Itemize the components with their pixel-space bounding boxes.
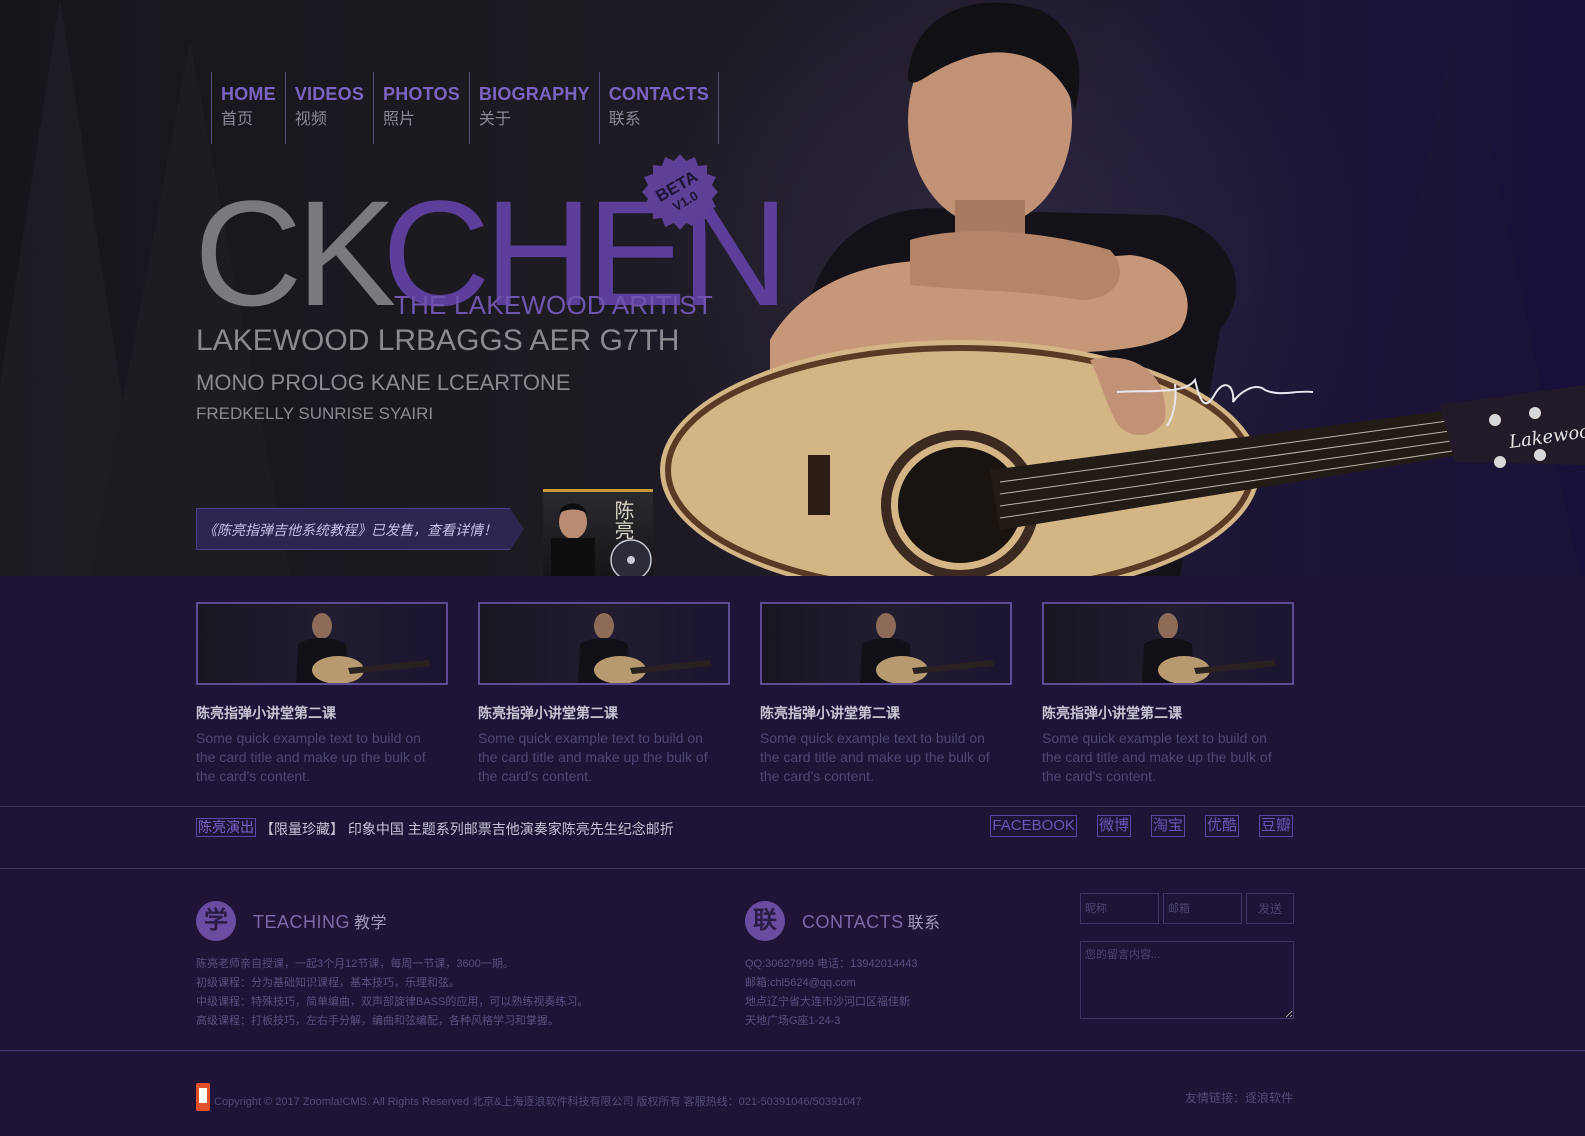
card-title: 陈亮指弹小讲堂第二课 bbox=[1042, 705, 1182, 721]
teaching-title-en: TEACHING bbox=[253, 912, 351, 932]
social-link-douban[interactable]: 豆瓣 bbox=[1258, 815, 1293, 837]
logo-ck: CK bbox=[194, 169, 396, 337]
teaching-line: 陈亮老师亲自授课，一起3个月12节课，每周一节课，3600一期。 bbox=[196, 958, 514, 970]
nav-item-home[interactable]: HOME 首页 bbox=[212, 72, 286, 144]
gear-line-1: LAKEWOOD LRBAGGS AER G7TH bbox=[196, 324, 680, 357]
send-button[interactable]: 发送 bbox=[1246, 893, 1294, 924]
logo-subtitle: THE LAKEWOOD ARITIST bbox=[394, 290, 713, 320]
promo-arrow bbox=[510, 508, 524, 550]
artist-photo: Lakewood bbox=[660, 2, 1585, 576]
nav-label-en: BIOGRAPHY bbox=[478, 84, 590, 104]
social-link-facebook[interactable]: FACEBOOK bbox=[990, 815, 1077, 837]
contacts-title-en: CONTACTS bbox=[802, 912, 904, 932]
nav-item-photos[interactable]: PHOTOS 照片 bbox=[374, 72, 470, 144]
social-link-youku[interactable]: 优酷 bbox=[1204, 815, 1239, 837]
teaching-line: 初级课程：分为基础知识课程，基本技巧，乐理和弦。 bbox=[196, 977, 460, 989]
contacts-details: QQ:30627999 电话：13942014443 邮箱:chl5624@qq… bbox=[745, 955, 917, 1031]
nav-label-cn: 视频 bbox=[294, 111, 327, 128]
news-category-tag[interactable]: 陈亮演出 bbox=[196, 818, 256, 837]
lesson-cards: 陈亮指弹小讲堂第二课 Some quick example text to bu… bbox=[196, 602, 1296, 792]
card-title: 陈亮指弹小讲堂第二课 bbox=[760, 705, 900, 721]
contacts-badge-icon: 联 bbox=[745, 901, 785, 941]
contact-line: 邮箱:chl5624@qq.com bbox=[745, 977, 856, 989]
thumbnail-image bbox=[578, 613, 712, 683]
contact-line: 地点辽宁省大连市沙河口区福佳新 bbox=[745, 996, 910, 1008]
thumbnail-image bbox=[296, 613, 430, 683]
news-headline-link[interactable]: 【限量珍藏】 印象中国 主题系列邮票吉他演奏家陈亮先生纪念邮折 bbox=[260, 819, 674, 839]
social-links: FACEBOOK 微博 淘宝 优酷 豆瓣 bbox=[990, 815, 1293, 837]
nav-label-en: CONTACTS bbox=[608, 84, 709, 104]
signature bbox=[1116, 377, 1314, 427]
divider bbox=[0, 868, 1585, 869]
nav-label-cn: 联系 bbox=[608, 111, 641, 128]
teaching-badge-icon: 学 bbox=[196, 901, 236, 941]
teaching-title: TEACHING 教学 bbox=[253, 909, 387, 933]
nav-label-cn: 首页 bbox=[221, 111, 254, 128]
gear-line-3: FREDKELLY SUNRISE SYAIRI bbox=[196, 404, 434, 423]
nav-label-cn: 关于 bbox=[478, 111, 511, 128]
lesson-card[interactable]: 陈亮指弹小讲堂第二课 Some quick example text to bu… bbox=[196, 602, 448, 786]
friend-links[interactable]: 友情链接：逐浪软件 bbox=[1185, 1089, 1293, 1106]
divider bbox=[0, 1050, 1585, 1051]
lesson-card[interactable]: 陈亮指弹小讲堂第二课 Some quick example text to bu… bbox=[760, 602, 1012, 786]
card-title: 陈亮指弹小讲堂第二课 bbox=[478, 705, 618, 721]
beta-badge: BETA V1.0 bbox=[642, 154, 718, 230]
card-thumbnail bbox=[1042, 602, 1294, 685]
nav-label-en: VIDEOS bbox=[294, 84, 365, 104]
teaching-description: 陈亮老师亲自授课，一起3个月12节课，每周一节课，3600一期。 初级课程：分为… bbox=[196, 955, 588, 1031]
lesson-card[interactable]: 陈亮指弹小讲堂第二课 Some quick example text to bu… bbox=[1042, 602, 1294, 786]
message-textarea[interactable] bbox=[1080, 941, 1294, 1019]
card-text: Some quick example text to build on the … bbox=[760, 730, 990, 784]
card-text: Some quick example text to build on the … bbox=[478, 730, 708, 784]
gear-line-2: MONO PROLOG KANE LCEARTONE bbox=[196, 370, 571, 395]
promo-banner-link[interactable]: 《陈亮指弹吉他系统教程》已发售，查看详情！ bbox=[196, 508, 510, 550]
album-title: 陈亮 bbox=[611, 500, 635, 540]
contacts-title-cn: 联系 bbox=[907, 915, 941, 932]
social-link-weibo[interactable]: 微博 bbox=[1096, 815, 1131, 837]
contacts-title: CONTACTS 联系 bbox=[802, 909, 941, 933]
teaching-line: 中级课程：特殊技巧，简单编曲，双声部旋律BASS的应用，可以熟练视奏练习。 bbox=[196, 996, 589, 1008]
card-thumbnail bbox=[760, 602, 1012, 685]
thumbnail-image bbox=[1142, 613, 1276, 683]
email-input[interactable] bbox=[1163, 893, 1242, 924]
divider bbox=[0, 806, 1585, 807]
nav-label-en: PHOTOS bbox=[383, 84, 460, 104]
contact-line: 天地广场G座1-24-3 bbox=[745, 1015, 841, 1027]
card-thumbnail bbox=[478, 602, 730, 685]
nickname-input[interactable] bbox=[1080, 893, 1159, 924]
social-link-taobao[interactable]: 淘宝 bbox=[1150, 815, 1185, 837]
card-thumbnail bbox=[196, 602, 448, 685]
mobile-phone-icon[interactable] bbox=[196, 1083, 210, 1111]
nav-label-cn: 照片 bbox=[383, 111, 416, 128]
nav-item-videos[interactable]: VIDEOS 视频 bbox=[286, 72, 375, 144]
lesson-card[interactable]: 陈亮指弹小讲堂第二课 Some quick example text to bu… bbox=[478, 602, 730, 786]
contact-line: QQ:30627999 电话：13942014443 bbox=[745, 958, 918, 970]
thumbnail-image bbox=[860, 613, 994, 683]
main-nav: HOME 首页 VIDEOS 视频 PHOTOS 照片 BIOGRAPHY 关于… bbox=[211, 72, 719, 144]
teaching-line: 高级课程：打板技巧，左右手分解，编曲和弦编配，各种风格学习和掌握。 bbox=[196, 1015, 559, 1027]
copyright-text: Copyright © 2017 Zoomla!CMS. All Rights … bbox=[214, 1096, 862, 1108]
nav-item-biography[interactable]: BIOGRAPHY 关于 bbox=[470, 72, 600, 144]
nav-item-contacts[interactable]: CONTACTS 联系 bbox=[600, 72, 719, 144]
teaching-title-cn: 教学 bbox=[354, 915, 388, 932]
card-text: Some quick example text to build on the … bbox=[196, 730, 426, 784]
card-title: 陈亮指弹小讲堂第二课 bbox=[196, 705, 336, 721]
album-cover[interactable]: 陈亮 bbox=[543, 489, 653, 576]
card-text: Some quick example text to build on the … bbox=[1042, 730, 1272, 784]
nav-label-en: HOME bbox=[221, 84, 276, 104]
hero-banner: Lakewood HOME 首页 VIDEOS 视频 PHOTOS 照片 BIO… bbox=[0, 0, 1585, 576]
